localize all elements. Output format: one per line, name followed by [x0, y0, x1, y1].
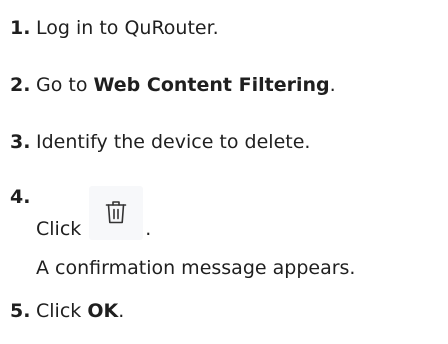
trash-icon [105, 201, 127, 224]
step-text: Log in to QuRouter. [36, 17, 219, 39]
step-number: 5. [10, 300, 31, 322]
step-4-click-line: Click . [36, 186, 151, 240]
ok-label: OK [87, 300, 119, 322]
step-text-pre: Log in to QuRouter. [36, 17, 219, 39]
step-text-pre: Identify the device to delete. [36, 131, 311, 153]
step-text-pre: Go to [36, 74, 94, 96]
step-text-post: . [118, 300, 125, 322]
step-text-post: . [329, 74, 336, 96]
step-number: 1. [10, 17, 31, 39]
step-5: 5. Click OK. [10, 300, 124, 322]
step-number: 3. [10, 131, 31, 153]
step-4: 4. [10, 186, 36, 208]
step-text: Identify the device to delete. [36, 131, 310, 153]
step-1: 1. Log in to QuRouter. [10, 17, 219, 39]
procedure-steps: 1. Log in to QuRouter. 2. Go to Web Cont… [0, 0, 448, 344]
step-2: 2. Go to Web Content Filtering. [10, 74, 336, 96]
menu-name-web-content-filtering: Web Content Filtering [93, 74, 330, 96]
step-4-note: A confirmation message appears. [36, 257, 356, 279]
step-text: Go to Web Content Filtering. [36, 74, 336, 96]
step-text-click: Click [36, 218, 82, 240]
step-text-period: . [145, 218, 152, 240]
delete-button-image [89, 186, 144, 240]
step-3: 3. Identify the device to delete. [10, 131, 310, 153]
step-text-pre: Click [36, 300, 88, 322]
step-number: 4. [10, 186, 31, 208]
step-number: 2. [10, 74, 31, 96]
step-text: Click OK. [36, 300, 124, 322]
